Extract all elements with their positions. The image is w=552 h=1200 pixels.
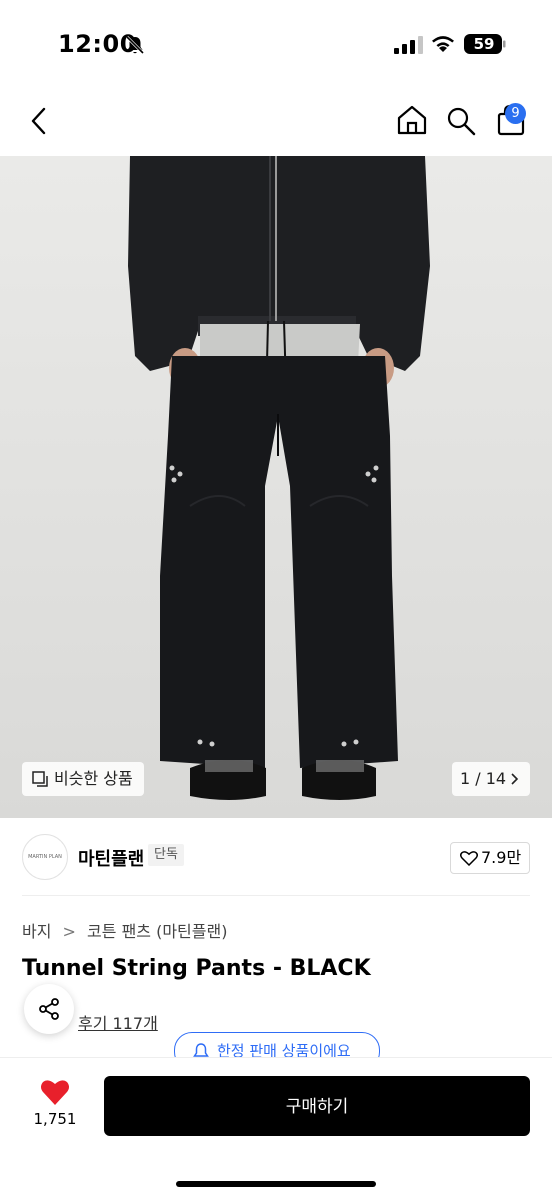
brand-like-button[interactable]: 7.9만 bbox=[450, 842, 530, 874]
heart-filled-icon[interactable] bbox=[40, 1078, 70, 1106]
home-indicator bbox=[176, 1181, 376, 1187]
brand-name[interactable]: 마틴플랜 bbox=[78, 845, 144, 871]
share-button[interactable] bbox=[24, 984, 74, 1034]
wifi-icon bbox=[432, 36, 454, 52]
page-counter-text: 1 / 14 bbox=[460, 769, 507, 788]
product-image[interactable]: 비슷한 상품 1 / 14 bbox=[0, 156, 552, 818]
review-count-link[interactable]: 후기 117개 bbox=[78, 1010, 158, 1034]
similar-products-label: 비슷한 상품 bbox=[54, 769, 133, 788]
image-page-counter[interactable]: 1 / 14 bbox=[452, 762, 530, 796]
signal-icon bbox=[394, 36, 423, 54]
back-chevron-icon[interactable] bbox=[28, 106, 50, 136]
breadcrumb-separator-icon: > bbox=[62, 922, 76, 941]
exclusive-badge: 단독 bbox=[148, 844, 184, 866]
product-photo bbox=[0, 156, 552, 818]
divider bbox=[22, 895, 530, 896]
cart-count-badge: 9 bbox=[505, 103, 526, 124]
breadcrumb-category[interactable]: 바지 bbox=[22, 922, 51, 941]
home-icon[interactable] bbox=[396, 104, 428, 136]
heart-outline-icon bbox=[460, 851, 478, 866]
similar-icon bbox=[32, 771, 48, 787]
status-bar: 12:00 59 bbox=[0, 0, 552, 90]
search-icon[interactable] bbox=[446, 106, 476, 136]
nav-bar: 9 bbox=[0, 90, 552, 156]
similar-products-button[interactable]: 비슷한 상품 bbox=[22, 762, 144, 796]
share-icon bbox=[39, 998, 59, 1020]
breadcrumb-subcategory[interactable]: 코튼 팬츠 (마틴플랜) bbox=[87, 922, 227, 941]
product-title: Tunnel String Pants - BLACK bbox=[22, 956, 371, 981]
bell-off-icon bbox=[125, 35, 145, 55]
wishlist-count: 1,751 bbox=[33, 1110, 77, 1128]
brand-likes-count: 7.9만 bbox=[481, 848, 522, 867]
brand-row[interactable]: MARTIN PLAN 마틴플랜 단독 7.9만 bbox=[0, 818, 552, 896]
buy-button[interactable]: 구매하기 bbox=[104, 1076, 530, 1136]
breadcrumb: 바지 > 코튼 팬츠 (마틴플랜) bbox=[22, 918, 227, 942]
chevron-right-icon bbox=[511, 773, 519, 785]
brand-logo[interactable]: MARTIN PLAN bbox=[22, 834, 68, 880]
battery-level: 59 bbox=[473, 35, 495, 53]
